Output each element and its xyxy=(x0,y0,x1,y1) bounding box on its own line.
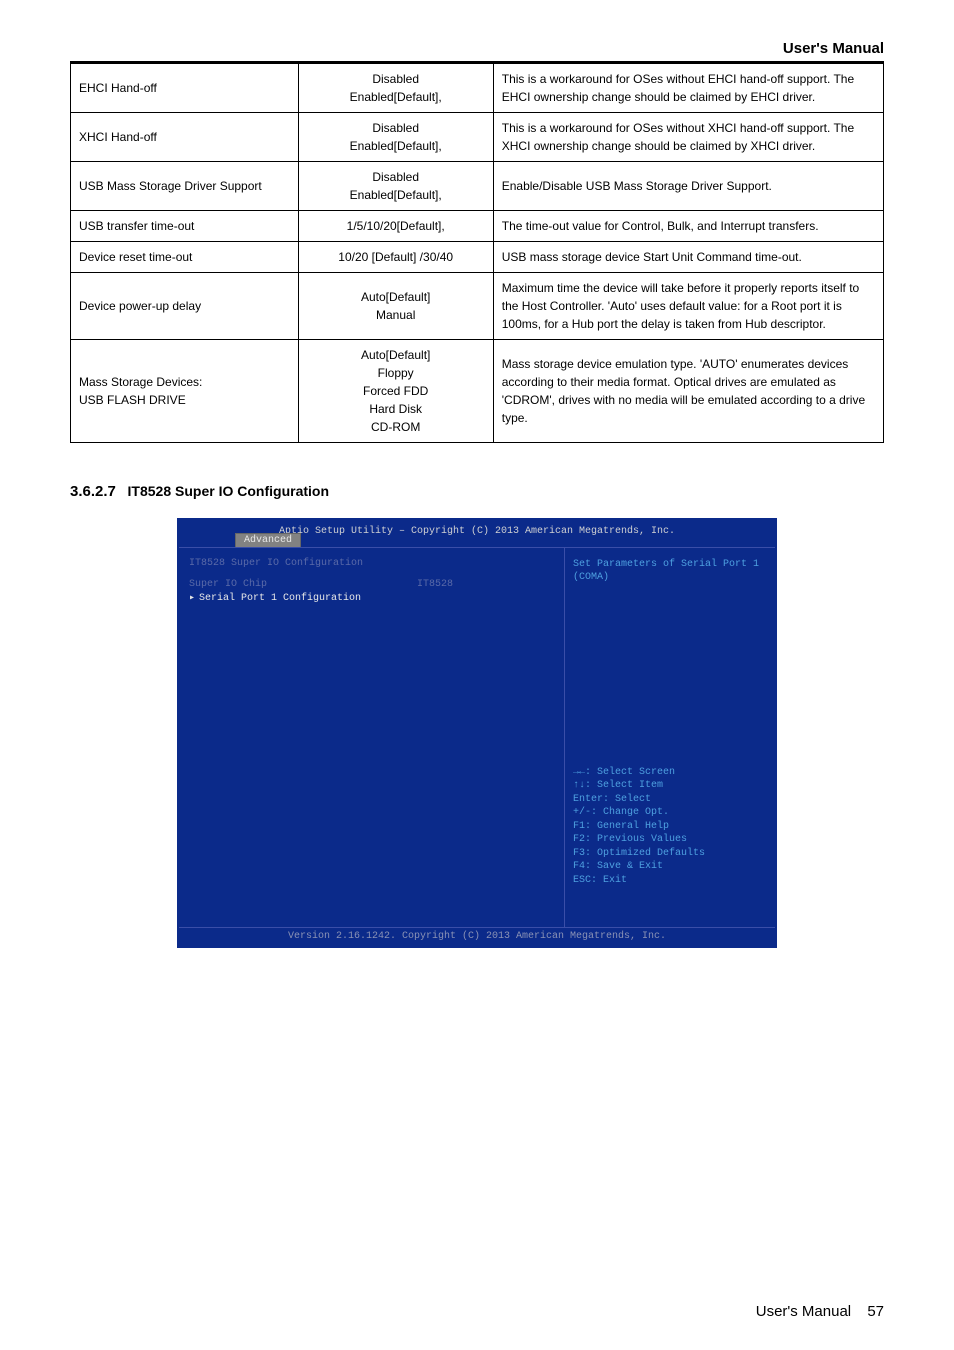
page-header-title: User's Manual xyxy=(70,40,884,57)
bios-chip-label: Super IO Chip xyxy=(189,579,399,590)
bios-key-line: F4: Save & Exit xyxy=(573,860,767,874)
page-footer: User's Manual 57 xyxy=(756,1303,884,1320)
bios-key-line: F2: Previous Values xyxy=(573,833,767,847)
cell-options: 1/5/10/20[Default], xyxy=(298,211,493,242)
triangle-right-icon: ▸ xyxy=(189,593,195,604)
bios-key-line: ↑↓: Select Item xyxy=(573,779,767,793)
cell-desc: This is a workaround for OSes without EH… xyxy=(493,64,883,113)
bios-key-line: →←: Select Screen xyxy=(573,766,767,780)
cell-desc: Enable/Disable USB Mass Storage Driver S… xyxy=(493,162,883,211)
cell-desc: This is a workaround for OSes without XH… xyxy=(493,113,883,162)
cell-item: Device power-up delay xyxy=(71,273,299,340)
footer-page-number: 57 xyxy=(867,1303,884,1320)
bios-bottombar: Version 2.16.1242. Copyright (C) 2013 Am… xyxy=(179,927,775,946)
cell-item: USB Mass Storage Driver Support xyxy=(71,162,299,211)
bios-right-pane: Set Parameters of Serial Port 1 (COMA) →… xyxy=(565,548,775,927)
cell-desc: Mass storage device emulation type. 'AUT… xyxy=(493,340,883,443)
table-row: Device reset time-out 10/20 [Default] /3… xyxy=(71,242,884,273)
cell-item: USB transfer time-out xyxy=(71,211,299,242)
bios-body: IT8528 Super IO Configuration Super IO C… xyxy=(179,547,775,927)
section-title: IT8528 Super IO Configuration xyxy=(128,483,329,499)
cell-options: Auto[Default] Floppy Forced FDD Hard Dis… xyxy=(298,340,493,443)
bios-key-line: +/-: Change Opt. xyxy=(573,806,767,820)
footer-label: User's Manual xyxy=(756,1303,851,1320)
cell-item: XHCI Hand-off xyxy=(71,113,299,162)
cell-options: Auto[Default] Manual xyxy=(298,273,493,340)
section-number: 3.6.2.7 xyxy=(70,483,116,500)
bios-left-heading: IT8528 Super IO Configuration xyxy=(189,558,399,569)
cell-desc: USB mass storage device Start Unit Comma… xyxy=(493,242,883,273)
table-row: Mass Storage Devices: USB FLASH DRIVE Au… xyxy=(71,340,884,443)
section-heading: 3.6.2.7 IT8528 Super IO Configuration xyxy=(70,483,884,500)
bios-key-hints: →←: Select Screen ↑↓: Select Item Enter:… xyxy=(573,766,767,888)
cell-item: Mass Storage Devices: USB FLASH DRIVE xyxy=(71,340,299,443)
table-row: EHCI Hand-off Disabled Enabled[Default],… xyxy=(71,64,884,113)
cell-options: Disabled Enabled[Default], xyxy=(298,64,493,113)
bios-serial-port-label: Serial Port 1 Configuration xyxy=(199,593,361,604)
table-row: Device power-up delay Auto[Default] Manu… xyxy=(71,273,884,340)
cell-desc: Maximum time the device will take before… xyxy=(493,273,883,340)
bios-key-line: F1: General Help xyxy=(573,820,767,834)
table-row: XHCI Hand-off Disabled Enabled[Default],… xyxy=(71,113,884,162)
bios-key-line: Enter: Select xyxy=(573,793,767,807)
bios-key-line: F3: Optimized Defaults xyxy=(573,847,767,861)
cell-options: 10/20 [Default] /30/40 xyxy=(298,242,493,273)
table-row: USB Mass Storage Driver Support Disabled… xyxy=(71,162,884,211)
cell-desc: The time-out value for Control, Bulk, an… xyxy=(493,211,883,242)
cell-item: Device reset time-out xyxy=(71,242,299,273)
bios-topbar: Aptio Setup Utility – Copyright (C) 2013… xyxy=(179,520,775,547)
settings-table: EHCI Hand-off Disabled Enabled[Default],… xyxy=(70,63,884,443)
bios-help-text: Set Parameters of Serial Port 1 (COMA) xyxy=(573,558,767,584)
bios-key-line: ESC: Exit xyxy=(573,874,767,888)
bios-chip-value: IT8528 xyxy=(417,579,453,590)
bios-window: Aptio Setup Utility – Copyright (C) 2013… xyxy=(177,518,777,948)
bios-tab-advanced: Advanced xyxy=(235,533,301,547)
bios-serial-port-item: ▸ Serial Port 1 Configuration xyxy=(189,592,399,604)
bios-screenshot: Aptio Setup Utility – Copyright (C) 2013… xyxy=(70,518,884,948)
settings-tbody: EHCI Hand-off Disabled Enabled[Default],… xyxy=(71,64,884,443)
bios-left-pane: IT8528 Super IO Configuration Super IO C… xyxy=(179,548,565,927)
cell-item: EHCI Hand-off xyxy=(71,64,299,113)
cell-options: Disabled Enabled[Default], xyxy=(298,113,493,162)
cell-options: Disabled Enabled[Default], xyxy=(298,162,493,211)
table-row: USB transfer time-out 1/5/10/20[Default]… xyxy=(71,211,884,242)
